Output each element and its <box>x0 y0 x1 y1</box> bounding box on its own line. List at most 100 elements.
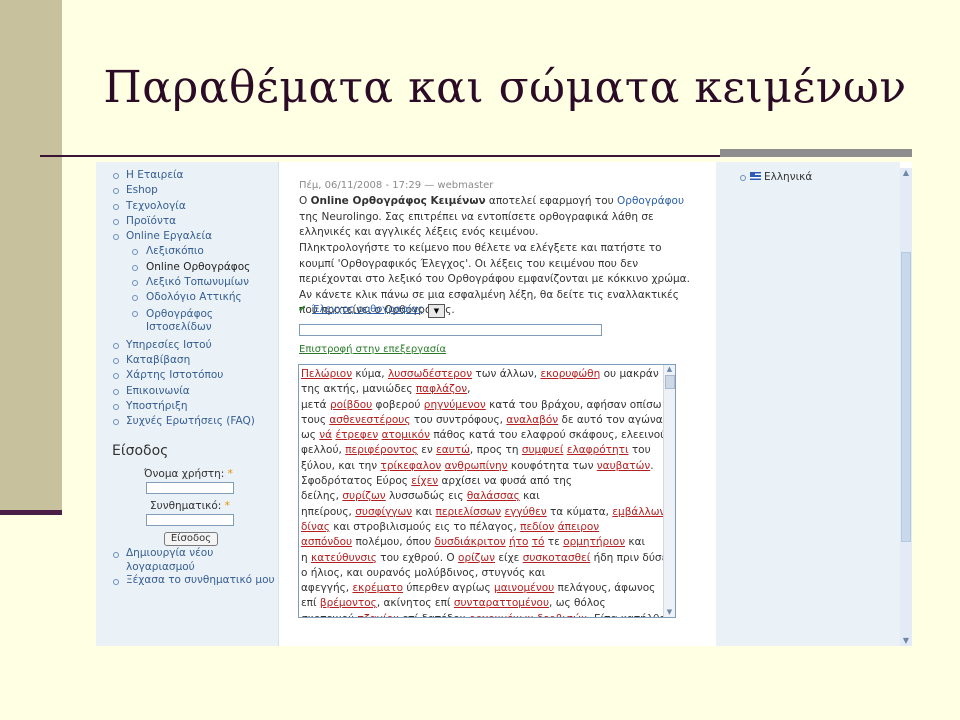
sidebar-item[interactable]: Ορθογράφος Ιστοσελίδων <box>110 306 228 336</box>
textarea-scrollbar[interactable]: ▲ ▼ <box>663 365 675 617</box>
misspelled-word[interactable]: μαινομένου <box>494 582 554 594</box>
misspelled-word[interactable]: δερβισών <box>537 613 587 617</box>
sidebar-item[interactable]: Online Εργαλεία <box>110 229 278 244</box>
spellcheck-textarea[interactable]: Πελώριον κύμα, λυσσωδέστερον των άλλων, … <box>298 364 676 618</box>
misspelled-word[interactable]: ορμητήριον <box>563 536 625 548</box>
misspelled-word[interactable]: εγγύθεν <box>504 506 546 518</box>
misspelled-word[interactable]: εαυτώ <box>436 444 470 456</box>
return-to-edit-link[interactable]: Επιστροφή στην επεξεργασία <box>299 344 446 355</box>
misspelled-word[interactable]: δίνας <box>301 521 330 533</box>
scroll-thumb[interactable] <box>665 375 675 389</box>
text-input-field[interactable] <box>299 324 602 336</box>
text-segment: τους <box>301 413 330 426</box>
forgot-password-link[interactable]: Ξέχασα το συνθηματικό μου <box>110 574 275 588</box>
text-segment: του <box>628 444 651 457</box>
sidebar-item[interactable]: Online Ορθογράφος <box>110 260 278 275</box>
username-input[interactable] <box>146 482 234 494</box>
misspelled-word[interactable]: δυσδιάκριτον <box>435 536 506 548</box>
text-segment: πελάγους, άφωνος <box>554 582 656 595</box>
misspelled-word[interactable]: ναυβατών <box>597 460 650 472</box>
text-line: δίνας και στροβιλισμούς εις το πέλαγος, … <box>301 520 663 535</box>
sidebar-nav: Η Εταιρεία Eshop Τεχνολογία Προϊόντα Online … <box>96 162 278 429</box>
password-input[interactable] <box>146 514 234 526</box>
misspelled-word[interactable]: συρίζων <box>342 490 385 502</box>
sidebar-item[interactable]: Συχνές Ερωτήσεις (FAQ) <box>110 414 278 429</box>
sidebar-item[interactable]: Η Εταιρεία <box>110 168 278 183</box>
greek-flag-icon <box>750 172 761 180</box>
misspelled-word[interactable]: εμβάλλων <box>612 506 665 518</box>
sidebar-item[interactable]: Επικοινωνία <box>110 384 278 399</box>
misspelled-word[interactable]: ορίζων <box>458 552 495 564</box>
text-line: σκοτεινού τζαμίου επί δαπέδου ορχουμένων… <box>301 612 665 617</box>
misspelled-word[interactable]: ροίβδου <box>330 399 372 411</box>
scroll-thumb[interactable] <box>901 252 911 542</box>
login-links: Δημιουργία νέου λογαριασμού Ξέχασα το συ… <box>110 547 275 588</box>
misspelled-word[interactable]: συμφυεί <box>522 444 564 456</box>
misspelled-word[interactable]: έτρεφεν <box>335 429 378 441</box>
text-segment: ως <box>301 429 320 442</box>
misspelled-word[interactable]: κατεύθυνσις <box>311 552 377 564</box>
login-submit-button[interactable]: Είσοδος <box>164 532 218 546</box>
misspelled-word[interactable]: εκρέματο <box>352 582 403 594</box>
spellcheck-button[interactable]: Έλεγχος ορθογραφίας <box>312 304 424 315</box>
login-heading: Είσοδος <box>112 443 169 459</box>
text-segment: τα κύματα, <box>546 505 613 518</box>
sidebar-item[interactable]: Υποστήριξη <box>110 399 278 414</box>
text-line: Σφοδρότατος Εύρος είχεν αρχίσει να φυσά … <box>301 474 663 489</box>
misspelled-word[interactable]: τό <box>532 536 545 548</box>
sidebar-item[interactable]: Λεξισκόπιο <box>110 244 278 259</box>
sidebar-item[interactable]: Προϊόντα <box>110 214 278 229</box>
text-line: τους ασθενεστέρους του συντρόφους, αναλα… <box>301 413 667 428</box>
text-line: ως νά έτρεφεν ατομικόν πάθος κατά του ελ… <box>301 428 666 443</box>
text-segment: του συντρόφους, <box>410 413 507 426</box>
misspelled-word[interactable]: ορχουμένων <box>469 613 534 617</box>
misspelled-word[interactable]: ατομικόν <box>382 429 430 441</box>
misspelled-word[interactable]: παφλάζον <box>416 383 467 395</box>
misspelled-word[interactable]: άπειρον <box>558 521 599 533</box>
sidebar-item[interactable]: Eshop <box>110 183 278 198</box>
sidebar-item[interactable]: Καταβίβαση <box>110 353 278 368</box>
misspelled-word[interactable]: συσκοτασθεί <box>523 552 591 564</box>
misspelled-word[interactable]: βρέμοντος <box>320 597 377 609</box>
scroll-down-icon[interactable]: ▼ <box>901 636 911 646</box>
misspelled-word[interactable]: αναλαβόν <box>506 414 558 426</box>
scroll-down-icon[interactable]: ▼ <box>665 608 674 617</box>
sidebar-item[interactable]: Χάρτης Ιστοτόπου <box>110 368 278 383</box>
create-account-link[interactable]: Δημιουργία νέου λογαριασμού <box>110 547 246 574</box>
misspelled-word[interactable]: τρίκεφαλον <box>381 460 442 472</box>
sidebar: Η Εταιρεία Eshop Τεχνολογία Προϊόντα Online … <box>96 162 279 646</box>
misspelled-word[interactable]: λυσσωδέστερον <box>388 368 472 380</box>
text-segment: . Είτα κατήλθε <box>587 613 665 617</box>
orthografos-link[interactable]: Ορθογράφου <box>617 195 684 207</box>
sidebar-item[interactable]: Οδολόγιο Αττικής <box>110 290 278 305</box>
page-scrollbar[interactable]: ▲ ▼ <box>900 168 912 646</box>
misspelled-word[interactable]: πεδίον <box>520 521 554 533</box>
language-link[interactable]: Ελληνικά <box>736 171 812 183</box>
misspelled-word[interactable]: ελαφρότητι <box>567 444 629 456</box>
misspelled-word[interactable]: ασθενεστέρους <box>329 414 410 426</box>
scroll-up-icon[interactable]: ▲ <box>901 168 911 178</box>
text-segment: ο ήλιος, και ουρανός μολύβδινος, στυγνός… <box>301 566 546 579</box>
misspelled-word[interactable]: ήτο <box>509 536 528 548</box>
sidebar-item[interactable]: Τεχνολογία <box>110 199 278 214</box>
misspelled-word[interactable]: συνταραττομένου <box>454 597 549 609</box>
text-segment: δε αυτό τον αγώνα, <box>558 413 667 426</box>
misspelled-word[interactable]: θαλάσσας <box>467 490 520 502</box>
post-meta: Πέμ, 06/11/2008 - 17:29 — webmaster <box>299 180 494 191</box>
scroll-up-icon[interactable]: ▲ <box>665 365 674 374</box>
misspelled-word[interactable]: περιφέροντος <box>345 444 418 456</box>
text-line: επί βρέμοντος, ακίνητος επί συνταραττομέ… <box>301 596 663 611</box>
misspelled-word[interactable]: περιελίσσων <box>436 506 502 518</box>
misspelled-word[interactable]: νά <box>319 429 332 441</box>
misspelled-word[interactable]: ρηγνύμενον <box>424 399 486 411</box>
misspelled-word[interactable]: είχεν <box>411 475 438 487</box>
misspelled-word[interactable]: συσφίγγων <box>355 506 412 518</box>
misspelled-word[interactable]: ανθρωπίνην <box>445 460 508 472</box>
misspelled-word[interactable]: ασπόνδου <box>301 536 352 548</box>
sidebar-item[interactable]: Υπηρεσίες Ιστού <box>110 338 278 353</box>
chevron-down-icon[interactable]: ▼ <box>428 304 445 318</box>
misspelled-word[interactable]: Πελώριον <box>301 368 352 380</box>
misspelled-word[interactable]: τζαμίου <box>358 613 400 617</box>
sidebar-item[interactable]: Λεξικό Τοπωνυμίων <box>110 275 278 290</box>
misspelled-word[interactable]: εκορυφώθη <box>540 368 600 380</box>
